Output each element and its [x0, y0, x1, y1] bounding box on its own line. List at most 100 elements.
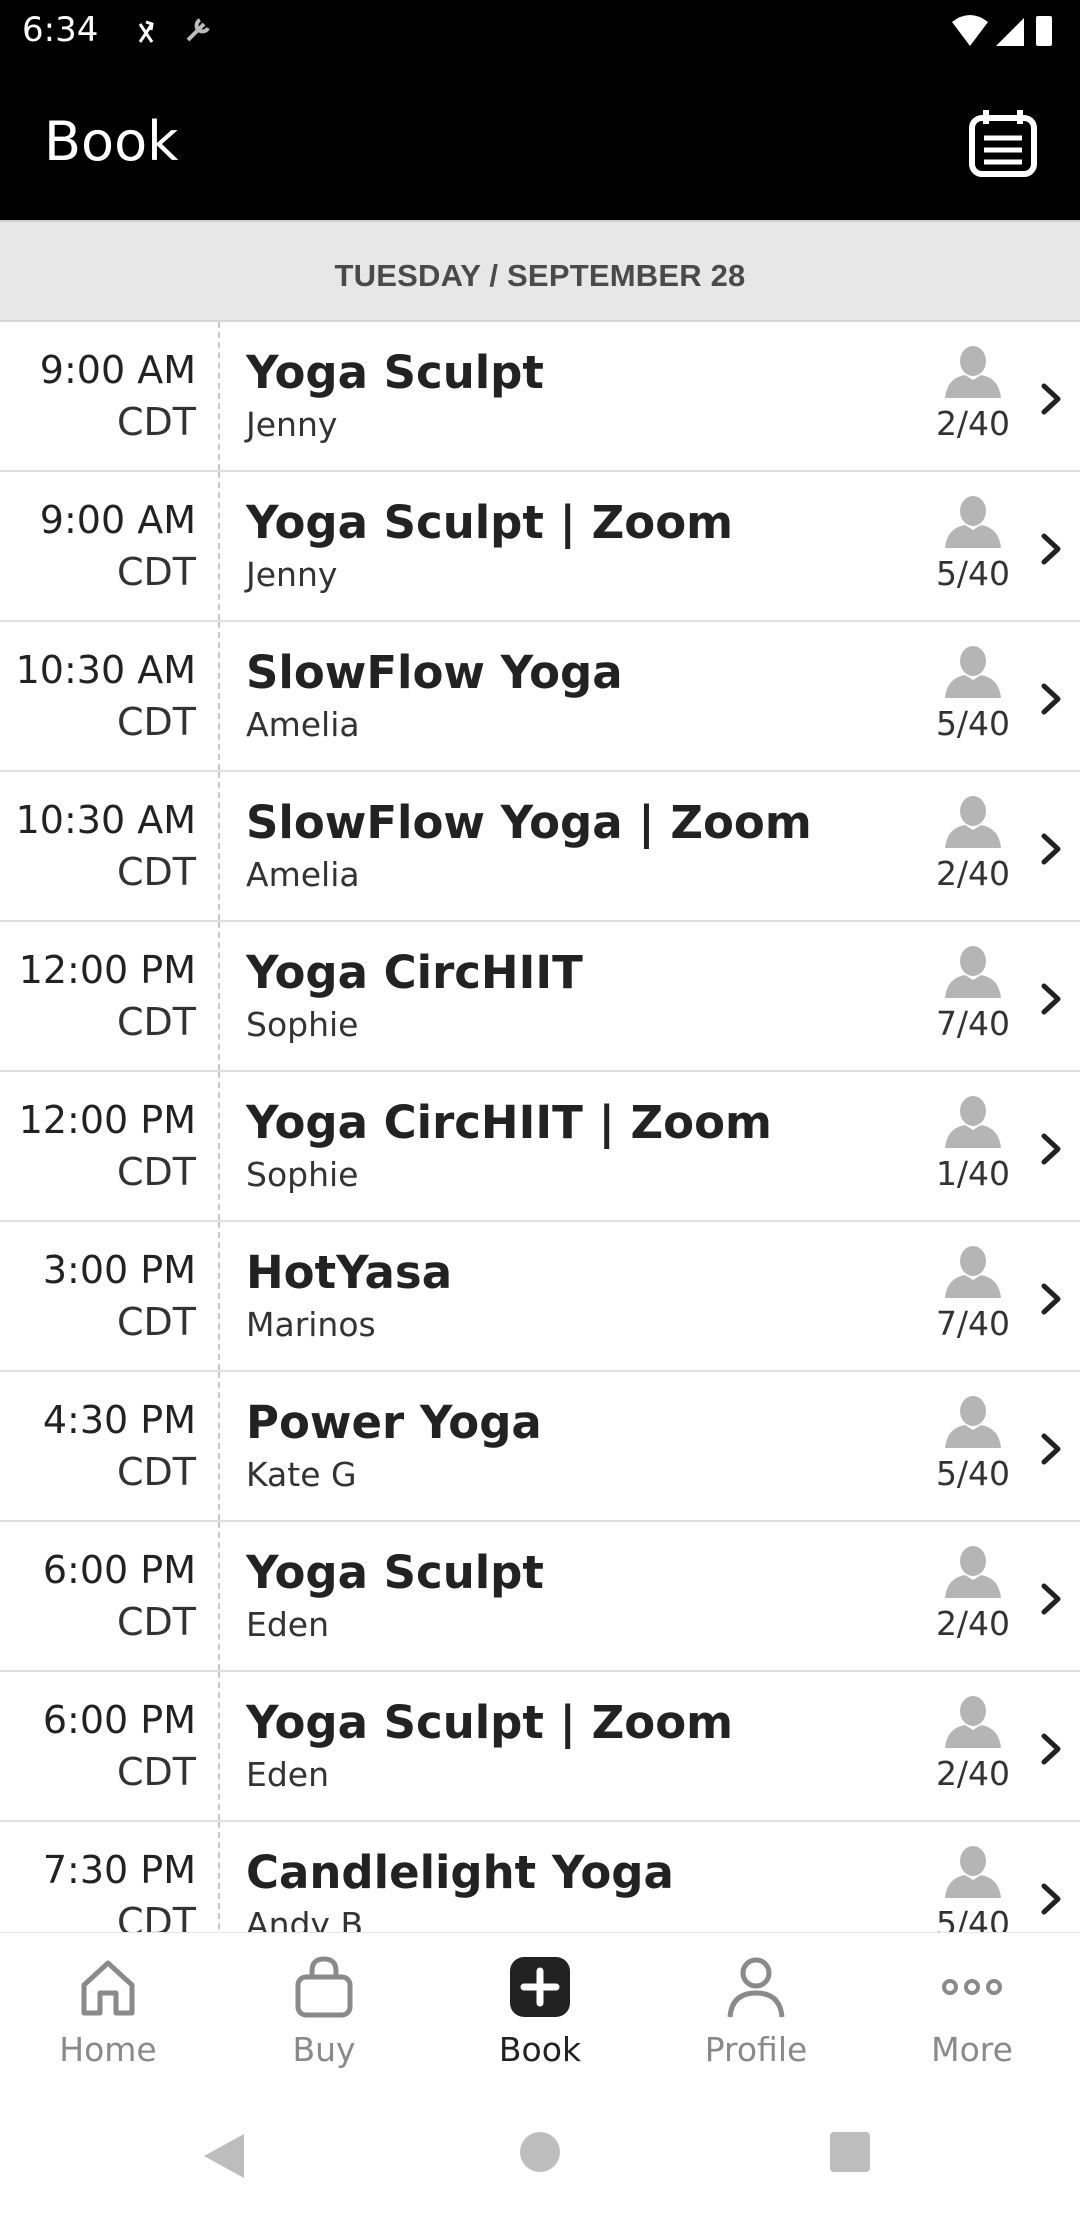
tab-book[interactable]: Book [432, 1955, 648, 2069]
calendar-list-icon [969, 110, 1037, 177]
capacity-count: 1/40 [935, 1154, 1011, 1193]
class-row[interactable]: 6:00 PM CDT Yoga Sculpt | Zoom Eden 2/40 [0, 1672, 1080, 1822]
capacity-count: 2/40 [935, 1604, 1011, 1643]
class-time: 3:00 PM [42, 1248, 196, 1292]
class-row[interactable]: 12:00 PM CDT Yoga CircHIIT Sophie 7/40 [0, 922, 1080, 1072]
class-info: Yoga Sculpt Eden [246, 1546, 926, 1644]
tab-more[interactable]: More [864, 1955, 1080, 2069]
capacity-count: 7/40 [935, 1304, 1011, 1343]
capacity-count: 5/40 [935, 1454, 1011, 1493]
class-row[interactable]: 6:00 PM CDT Yoga Sculpt Eden 2/40 [0, 1522, 1080, 1672]
class-info: HotYasa Marinos [246, 1246, 926, 1344]
class-row[interactable]: 10:30 AM CDT SlowFlow Yoga | Zoom Amelia… [0, 772, 1080, 922]
class-info: Yoga CircHIIT | Zoom Sophie [246, 1096, 926, 1194]
plus-square-icon [510, 1957, 570, 2017]
class-row[interactable]: 4:30 PM CDT Power Yoga Kate G 5/40 [0, 1372, 1080, 1522]
chevron-right-icon [1041, 1583, 1061, 1615]
instructor-name: Andy B [246, 1905, 364, 1932]
sync-icon [138, 18, 210, 43]
status-icons-right [950, 12, 1060, 57]
class-name: SlowFlow Yoga | Zoom [246, 796, 812, 849]
tab-buy[interactable]: Buy [216, 1955, 432, 2069]
instructor-name: Eden [246, 1605, 330, 1644]
class-name: Candlelight Yoga [246, 1846, 674, 1899]
capacity: 5/40 [928, 494, 1018, 593]
chevron-right-icon [1041, 1883, 1061, 1915]
class-name: Yoga Sculpt [246, 1546, 544, 1599]
status-icons-left [130, 14, 220, 55]
class-row[interactable]: 3:00 PM CDT HotYasa Marinos 7/40 [0, 1222, 1080, 1372]
capacity: 2/40 [928, 794, 1018, 893]
instructor-name: Amelia [246, 705, 360, 744]
person-silhouette-icon [945, 646, 1001, 698]
capacity: 1/40 [928, 1094, 1018, 1193]
person-icon [727, 1957, 785, 2018]
calendar-list-button[interactable] [968, 108, 1038, 178]
person-silhouette-icon [945, 1396, 1001, 1448]
capacity: 5/40 [928, 644, 1018, 743]
class-info: Yoga Sculpt | Zoom Eden [246, 1696, 926, 1794]
wifi-icon [952, 15, 988, 46]
recents-nav-icon[interactable] [828, 2130, 872, 2174]
class-time: 6:00 PM [42, 1548, 196, 1592]
class-time: 4:30 PM [42, 1398, 196, 1442]
class-row[interactable]: 7:30 PM CDT Candlelight Yoga Andy B 5/40 [0, 1822, 1080, 1932]
class-name: HotYasa [246, 1246, 453, 1299]
class-row[interactable]: 9:00 AM CDT Yoga Sculpt Jenny 2/40 [0, 322, 1080, 472]
class-timezone: CDT [116, 400, 196, 444]
class-info: SlowFlow Yoga | Zoom Amelia [246, 796, 926, 894]
capacity: 7/40 [928, 944, 1018, 1043]
capacity: 2/40 [928, 1544, 1018, 1643]
chevron-right-icon [1041, 1733, 1061, 1765]
capacity: 2/40 [928, 344, 1018, 443]
instructor-name: Kate G [246, 1455, 357, 1494]
instructor-name: Marinos [246, 1305, 376, 1344]
class-timezone: CDT [116, 1750, 196, 1794]
class-timezone: CDT [116, 1000, 196, 1044]
class-time: 9:00 AM [39, 348, 196, 392]
class-list: 9:00 AM CDT Yoga Sculpt Jenny 2/40 9:00 … [0, 322, 1080, 1932]
person-silhouette-icon [945, 496, 1001, 548]
class-timezone: CDT [116, 850, 196, 894]
class-timezone: CDT [116, 1300, 196, 1344]
chevron-right-icon [1041, 683, 1061, 715]
class-info: Candlelight Yoga Andy B [246, 1846, 926, 1932]
class-info: Yoga Sculpt | Zoom Jenny [246, 496, 926, 594]
person-silhouette-icon [945, 1696, 1001, 1748]
class-info: Yoga CircHIIT Sophie [246, 946, 926, 1044]
capacity: 5/40 [928, 1394, 1018, 1493]
class-row[interactable]: 12:00 PM CDT Yoga CircHIIT | Zoom Sophie… [0, 1072, 1080, 1222]
person-silhouette-icon [945, 346, 1001, 398]
capacity-count: 5/40 [935, 1904, 1011, 1932]
time-column: 6:00 PM CDT [0, 1672, 220, 1820]
class-info: Power Yoga Kate G [246, 1396, 926, 1494]
page-title: Book [44, 110, 179, 173]
capacity: 5/40 [928, 1844, 1018, 1932]
person-silhouette-icon [945, 796, 1001, 848]
more-dots-icon [942, 1979, 1002, 1995]
person-silhouette-icon [945, 1546, 1001, 1598]
class-name: Yoga Sculpt | Zoom [246, 1696, 734, 1749]
time-column: 9:00 AM CDT [0, 472, 220, 620]
class-info: Yoga Sculpt Jenny [246, 346, 926, 444]
capacity-count: 2/40 [935, 854, 1011, 893]
capacity-count: 7/40 [935, 1004, 1011, 1043]
class-time: 9:00 AM [39, 498, 196, 542]
tab-profile[interactable]: Profile [648, 1955, 864, 2069]
instructor-name: Sophie [246, 1155, 359, 1194]
class-row[interactable]: 9:00 AM CDT Yoga Sculpt | Zoom Jenny 5/4… [0, 472, 1080, 622]
class-name: Yoga CircHIIT | Zoom [246, 1096, 772, 1149]
class-time: 10:30 AM [15, 798, 196, 842]
person-silhouette-icon [945, 1846, 1001, 1898]
chevron-right-icon [1041, 533, 1061, 565]
class-info: SlowFlow Yoga Amelia [246, 646, 926, 744]
instructor-name: Jenny [246, 555, 338, 594]
date-label: TUESDAY / SEPTEMBER 28 [334, 258, 746, 293]
home-nav-icon[interactable] [518, 2130, 562, 2174]
tab-home[interactable]: Home [0, 1955, 216, 2069]
class-row[interactable]: 10:30 AM CDT SlowFlow Yoga Amelia 5/40 [0, 622, 1080, 772]
back-nav-icon[interactable] [200, 2130, 248, 2182]
time-column: 12:00 PM CDT [0, 922, 220, 1070]
chevron-right-icon [1041, 983, 1061, 1015]
time-column: 3:00 PM CDT [0, 1222, 220, 1370]
